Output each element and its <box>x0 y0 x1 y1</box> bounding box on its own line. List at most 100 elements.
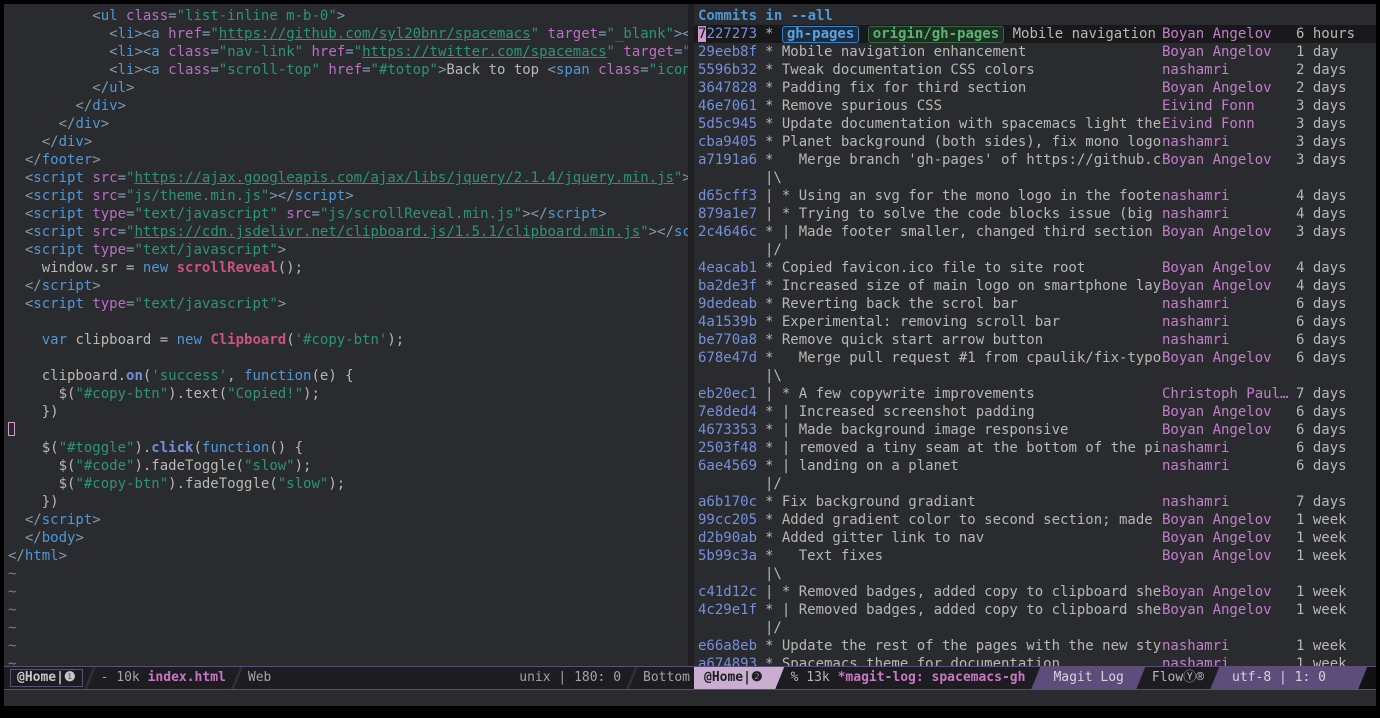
code-line[interactable]: window.sr = new scrollReveal(); <box>8 259 688 277</box>
code-line[interactable]: <script src="js/theme.min.js"></script> <box>8 187 688 205</box>
code-line[interactable]: </body> <box>8 529 688 547</box>
remote-branch-label[interactable]: origin/gh-pages <box>868 26 1004 43</box>
commit-author: Eivind Fonn <box>1162 97 1294 115</box>
commit-author: nashamri <box>1162 205 1294 223</box>
code-line[interactable]: </div> <box>8 133 688 151</box>
code-line[interactable] <box>8 313 688 331</box>
empty-line: ~ <box>8 655 688 666</box>
commit-row[interactable]: 5d5c945* Update documentation with space… <box>694 115 1376 133</box>
modeline-separator-icon <box>230 667 244 689</box>
code-line[interactable]: <li><a class="nav-link" href="https://tw… <box>8 43 688 61</box>
commit-author: nashamri <box>1162 331 1294 349</box>
commit-time: 1 week <box>1296 547 1347 565</box>
code-line[interactable]: </div> <box>8 115 688 133</box>
commit-hash: 678e47d <box>698 349 757 367</box>
code-window[interactable]: <ul class="list-inline m-b-0"> <li><a hr… <box>4 4 688 666</box>
commit-graph-message: |\ <box>765 367 1162 385</box>
code-line[interactable]: <li><a href="https://github.com/syl20bnr… <box>8 25 688 43</box>
code-line[interactable]: var clipboard = new Clipboard('#copy-btn… <box>8 331 688 349</box>
commit-time: 1 week <box>1296 655 1347 666</box>
graph-row[interactable]: |/ <box>694 475 1376 493</box>
commit-author: Boyan Angelov <box>1162 43 1294 61</box>
graph-row[interactable]: |/ <box>694 619 1376 637</box>
code-line[interactable]: $("#copy-btn").text("Copied!"); <box>8 385 688 403</box>
commit-graph-message: * | Increased screenshot padding <box>765 403 1162 421</box>
graph-row[interactable]: |\ <box>694 169 1376 187</box>
commit-author: Boyan Angelov <box>1162 151 1294 169</box>
code-line[interactable]: </div> <box>8 97 688 115</box>
powerline-separator-icon <box>1208 667 1222 689</box>
commit-graph-message: * | landing on a planet <box>765 457 1162 475</box>
graph-row[interactable]: |\ <box>694 565 1376 583</box>
commit-hash: 4eacab1 <box>698 259 757 277</box>
code-line[interactable]: clipboard.on('success', function(e) { <box>8 367 688 385</box>
code-line[interactable]: <ul class="list-inline m-b-0"> <box>8 7 688 25</box>
commit-time: 7 days <box>1296 385 1347 403</box>
minor-modes: FlowⓎ® <box>1148 667 1208 689</box>
commit-row[interactable]: 7e8ded4* | Increased screenshot paddingB… <box>694 403 1376 421</box>
magit-log-window[interactable]: Commits in --all 7227273* gh-pages origi… <box>694 4 1376 666</box>
code-line[interactable]: </footer> <box>8 151 688 169</box>
commit-row[interactable]: 6ae4569* | landing on a planetnashamri6 … <box>694 457 1376 475</box>
commit-row[interactable]: 2c4646c* | Made footer smaller, changed … <box>694 223 1376 241</box>
commit-row[interactable]: a674893* Spacemacs theme for documentati… <box>694 655 1376 666</box>
echo-area[interactable] <box>4 690 1376 706</box>
commit-row[interactable]: d65cff3| * Using an svg for the mono log… <box>694 187 1376 205</box>
commit-author: nashamri <box>1162 313 1294 331</box>
commit-row[interactable]: 4673353* | Made background image respons… <box>694 421 1376 439</box>
commit-row[interactable]: eb20ec1| * A few copywrite improvementsC… <box>694 385 1376 403</box>
commit-row[interactable]: e66a8eb* Update the rest of the pages wi… <box>694 637 1376 655</box>
commit-hash: a6b170c <box>698 493 757 511</box>
commit-row[interactable]: 4a1539b* Experimental: removing scroll b… <box>694 313 1376 331</box>
commit-author: Boyan Angelov <box>1162 547 1294 565</box>
commit-row[interactable]: c41d12c| * Removed badges, added copy to… <box>694 583 1376 601</box>
commit-row[interactable]: 46e7061* Remove spurious CSSEivind Fonn3… <box>694 97 1376 115</box>
code-line[interactable]: <script src="https://cdn.jsdelivr.net/cl… <box>8 223 688 241</box>
commit-row[interactable]: 7227273* gh-pages origin/gh-pages Mobile… <box>694 25 1376 43</box>
commit-graph-message: | * A few copywrite improvements <box>765 385 1162 403</box>
code-line[interactable]: </html> <box>8 547 688 565</box>
commit-row[interactable]: 5596b32* Tweak documentation CSS colorsn… <box>694 61 1376 79</box>
commit-row[interactable]: 3647828* Padding fix for third sectionBo… <box>694 79 1376 97</box>
commit-row[interactable]: 5b99c3a* Text fixesBoyan Angelov1 week <box>694 547 1376 565</box>
commit-row[interactable]: 4c29e1f* | Removed badges, added copy to… <box>694 601 1376 619</box>
commit-row[interactable]: 678e47d* Merge pull request #1 from cpau… <box>694 349 1376 367</box>
code-line[interactable]: }) <box>8 493 688 511</box>
commit-row[interactable]: a6b170c* Fix background gradiantnashamri… <box>694 493 1376 511</box>
code-line[interactable]: <script type="text/javascript" src="js/s… <box>8 205 688 223</box>
graph-row[interactable]: |\ <box>694 367 1376 385</box>
commit-time: 6 days <box>1296 349 1347 367</box>
commit-hash: 5d5c945 <box>698 115 757 133</box>
code-line[interactable]: <script type="text/javascript"> <box>8 295 688 313</box>
code-line[interactable] <box>8 421 688 439</box>
commit-row[interactable]: d2b90ab* Added gitter link to navBoyan A… <box>694 529 1376 547</box>
code-line[interactable]: </script> <box>8 511 688 529</box>
code-line[interactable]: $("#code").fadeToggle("slow"); <box>8 457 688 475</box>
graph-row[interactable]: |/ <box>694 241 1376 259</box>
commit-row[interactable]: 4eacab1* Copied favicon.ico file to site… <box>694 259 1376 277</box>
commit-row[interactable]: 9dedeab* Reverting back the scrol barnas… <box>694 295 1376 313</box>
code-line[interactable]: }) <box>8 403 688 421</box>
commit-hash: 879a1e7 <box>698 205 757 223</box>
commit-row[interactable]: 29eeb8f* Mobile navigation enhancementBo… <box>694 43 1376 61</box>
commit-row[interactable]: 2503f48* | removed a tiny seam at the bo… <box>694 439 1376 457</box>
code-line[interactable]: <li><a class="scroll-top" href="#totop">… <box>8 61 688 79</box>
code-line[interactable] <box>8 349 688 367</box>
commit-author: Boyan Angelov <box>1162 259 1294 277</box>
commit-row[interactable]: be770a8* Remove quick start arrow button… <box>694 331 1376 349</box>
commit-row[interactable]: cba9405* Planet background (both sides),… <box>694 133 1376 151</box>
code-line[interactable]: <script src="https://ajax.googleapis.com… <box>8 169 688 187</box>
code-line[interactable]: </script> <box>8 277 688 295</box>
commit-row[interactable]: a7191a6* Merge branch 'gh-pages' of http… <box>694 151 1376 169</box>
code-line[interactable]: </ul> <box>8 79 688 97</box>
commit-graph-message: * gh-pages origin/gh-pages Mobile naviga… <box>765 25 1162 43</box>
commit-row[interactable]: 99cc205* Added gradient color to second … <box>694 511 1376 529</box>
code-line[interactable]: $("#copy-btn").fadeToggle("slow"); <box>8 475 688 493</box>
commit-row[interactable]: 879a1e7| * Trying to solve the code bloc… <box>694 205 1376 223</box>
commit-time: 1 week <box>1296 529 1347 547</box>
local-branch-label[interactable]: gh-pages <box>782 26 859 43</box>
code-line[interactable]: $("#toggle").click(function() { <box>8 439 688 457</box>
code-line[interactable]: <script type="text/javascript"> <box>8 241 688 259</box>
major-mode: Web <box>244 667 275 689</box>
commit-row[interactable]: ba2de3f* Increased size of main logo on … <box>694 277 1376 295</box>
